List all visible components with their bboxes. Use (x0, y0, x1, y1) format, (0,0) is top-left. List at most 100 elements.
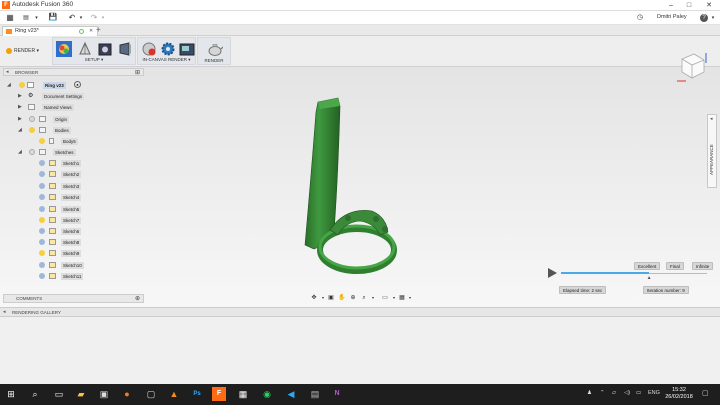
save-icon[interactable]: 💾 (48, 13, 58, 23)
expand-toggle-icon[interactable]: ▶ (18, 116, 22, 122)
in-canvas-render-group-label[interactable]: IN-CANVAS RENDER ▾ (138, 57, 195, 63)
rendering-gallery-header[interactable]: ◂ RENDERING GALLERY (0, 307, 720, 317)
tree-item[interactable]: Sketch1 (3, 159, 144, 168)
capture-image-icon[interactable] (179, 41, 195, 57)
tree-item[interactable]: ▶ Origin (3, 115, 144, 124)
render-settings-gear-icon[interactable] (160, 41, 176, 57)
vlc-icon[interactable]: ▲ (167, 387, 181, 401)
tree-item[interactable]: Sketch8 (3, 238, 144, 247)
tree-root[interactable]: ◢ Ring v23 ● (3, 81, 144, 90)
tree-item[interactable]: Sketch5 (3, 205, 144, 214)
visibility-bulb-icon[interactable] (39, 206, 45, 212)
tree-item[interactable]: Body5 (3, 137, 144, 146)
calculator-icon[interactable]: ▦ (236, 387, 250, 401)
visibility-bulb-icon[interactable] (39, 228, 45, 234)
chevron-down-icon[interactable]: ▾ (100, 13, 106, 23)
chevron-down-icon[interactable]: ▾ (33, 13, 40, 23)
help-icon[interactable]: ? (700, 14, 708, 22)
people-icon[interactable]: ♟ (587, 390, 592, 396)
expand-toggle-icon[interactable]: ◢ (18, 127, 22, 133)
tree-item[interactable]: Sketch2 (3, 170, 144, 179)
language-indicator[interactable]: ENG (648, 390, 660, 396)
tree-item[interactable]: ◢ Sketches (3, 148, 144, 157)
onenote-icon[interactable]: N (330, 387, 344, 401)
tree-item[interactable]: ▶ ⚙ Document Settings (3, 92, 144, 101)
volume-icon[interactable]: ◁) (624, 390, 630, 396)
tree-item[interactable]: Sketch6 (3, 227, 144, 236)
view-cube[interactable] (672, 51, 710, 85)
visibility-bulb-icon[interactable] (39, 239, 45, 245)
visibility-bulb-icon[interactable] (29, 149, 35, 155)
tree-item[interactable]: ◢ Bodies (3, 126, 144, 135)
tree-item[interactable]: Sketch7 (3, 216, 144, 225)
taskbar-clock[interactable]: 15:32 26/02/2018 (662, 387, 696, 401)
visibility-bulb-icon[interactable] (29, 116, 35, 122)
maximize-button[interactable]: □ (682, 0, 696, 11)
collapse-gallery-icon[interactable]: ◂ (3, 309, 6, 315)
visibility-bulb-icon[interactable] (39, 183, 45, 189)
close-tab-button[interactable]: ✕ (89, 28, 93, 34)
visibility-bulb-icon[interactable] (39, 250, 45, 256)
whatsapp-icon[interactable]: ◉ (260, 387, 274, 401)
visibility-bulb-icon[interactable] (39, 273, 45, 279)
comments-add-icon[interactable]: ⊕ (135, 295, 140, 302)
level-infinite[interactable]: Infinite (692, 262, 714, 270)
pan-hand-icon[interactable]: ✋ (337, 293, 347, 303)
network-icon[interactable]: ▱ (612, 390, 616, 396)
notifications-icon[interactable]: ▢ (702, 389, 709, 397)
expand-toggle-icon[interactable]: ◢ (7, 82, 11, 88)
tree-item[interactable]: Sketch10 (3, 261, 144, 270)
browser-pin-icon[interactable]: ⊞ (135, 69, 140, 76)
new-tab-button[interactable]: + (96, 25, 101, 34)
photoshop-icon[interactable]: Ps (190, 387, 204, 401)
appearance-side-tab[interactable]: ◂ APPEARANCE (707, 114, 717, 188)
expand-toggle-icon[interactable]: ◢ (18, 149, 22, 155)
minimize-button[interactable]: – (664, 0, 678, 11)
zoom-icon[interactable]: ⊕ (348, 293, 358, 303)
chevron-down-icon[interactable]: ▾ (78, 13, 84, 23)
store-icon[interactable]: ▣ (97, 387, 111, 401)
render-group-label[interactable]: RENDER (198, 58, 230, 63)
play-icon[interactable] (548, 268, 557, 278)
user-name[interactable]: Dmitri Paley (657, 14, 687, 20)
settings-icon[interactable]: ▢ (144, 387, 158, 401)
expand-toggle-icon[interactable]: ▶ (18, 104, 22, 110)
visibility-bulb-icon[interactable] (29, 127, 35, 133)
file-menu-icon[interactable]: ▤ (22, 13, 30, 23)
telegram-icon[interactable]: ◀ (284, 387, 298, 401)
redo-icon[interactable]: ↷ (89, 13, 99, 23)
undo-icon[interactable]: ↶ (67, 13, 77, 23)
tree-item[interactable]: Sketch11 (3, 272, 144, 281)
clock-icon[interactable]: ◷ (635, 13, 645, 23)
render-teapot-icon[interactable] (207, 41, 224, 57)
task-view-icon[interactable]: ▭ (52, 387, 66, 401)
visibility-bulb-icon[interactable] (39, 160, 45, 166)
battery-icon[interactable]: ▭ (636, 390, 641, 396)
collapse-browser-icon[interactable]: ◂ (6, 69, 9, 75)
tree-item[interactable]: Sketch9 (3, 249, 144, 258)
workspace-switcher[interactable]: RENDER ▾ (6, 45, 40, 57)
search-icon[interactable]: ⌕ (28, 387, 42, 401)
tree-item[interactable]: Sketch3 (3, 182, 144, 191)
firefox-icon[interactable]: ● (120, 387, 134, 401)
grid-menu-icon[interactable]: ▦ (5, 13, 15, 23)
browser-panel-header[interactable]: ◂ BROWSER ⊞ (3, 68, 144, 76)
expand-toggle-icon[interactable]: ▶ (18, 93, 22, 99)
chevron-down-icon[interactable]: ▾ (710, 13, 716, 23)
visibility-bulb-icon[interactable] (39, 138, 45, 144)
comments-panel-header[interactable]: COMMENTS ⊕ (3, 294, 144, 303)
close-window-button[interactable]: ✕ (702, 0, 716, 11)
tree-item[interactable]: Sketch4 (3, 193, 144, 202)
tree-item[interactable]: ▶ Named Views (3, 103, 144, 112)
visibility-bulb-icon[interactable] (39, 217, 45, 223)
windows-start-icon[interactable]: ⊞ (4, 387, 18, 401)
setup-group-label[interactable]: SETUP ▾ (53, 57, 135, 63)
visibility-bulb-icon[interactable] (39, 262, 45, 268)
physical-material-icon[interactable] (77, 41, 93, 57)
file-explorer-icon[interactable]: ▰ (74, 387, 88, 401)
in-canvas-render-icon[interactable] (141, 41, 157, 57)
scene-settings-icon[interactable] (97, 41, 113, 57)
decal-icon[interactable] (117, 41, 133, 57)
fusion-360-taskbar-icon[interactable]: F (212, 387, 226, 401)
look-at-icon[interactable]: ▣ (326, 293, 336, 303)
